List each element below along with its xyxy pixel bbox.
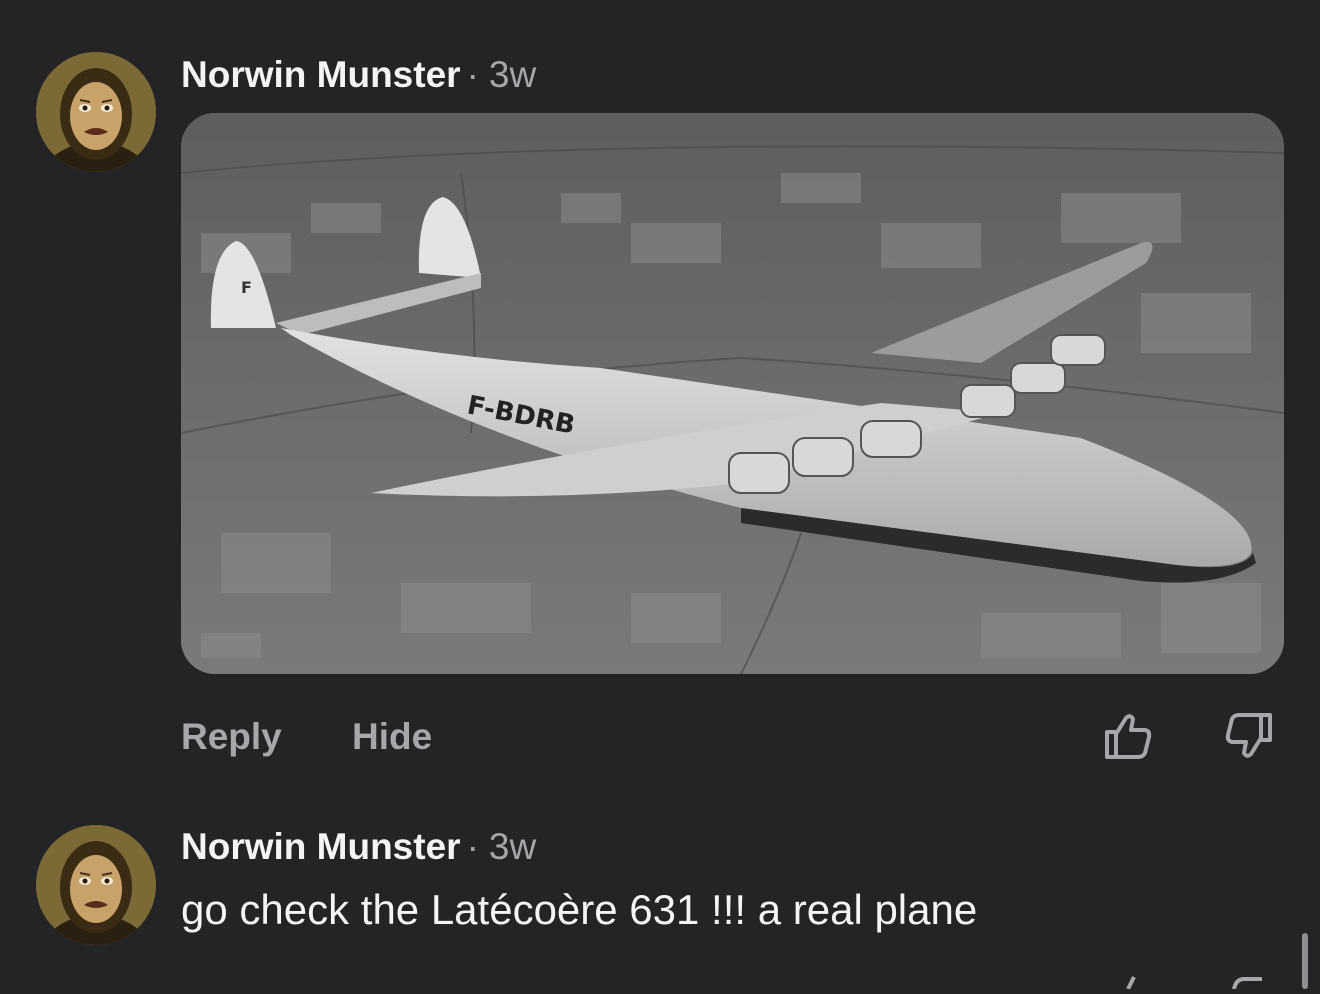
hide-button[interactable]: Hide [352, 714, 432, 760]
partial-thumbs-up-icon[interactable] [1110, 975, 1150, 990]
comment-header: Norwin Munster · 3w [181, 825, 536, 869]
comment-text: go check the Latécoère 631 !!! a real pl… [181, 886, 978, 933]
avatar[interactable] [36, 52, 156, 172]
timestamp: 3w [488, 826, 537, 867]
author-name[interactable]: Norwin Munster [181, 54, 461, 95]
partial-thumbs-down-icon[interactable] [1228, 975, 1268, 990]
portrait-avatar-icon [36, 52, 156, 172]
portrait-avatar-icon [36, 825, 156, 945]
scrollbar[interactable] [1302, 933, 1308, 989]
separator-dot: · [466, 54, 479, 95]
comment-header: Norwin Munster · 3w [181, 53, 536, 97]
avatar[interactable] [36, 825, 156, 945]
timestamp: 3w [488, 54, 537, 95]
thumbs-up-icon[interactable] [1103, 710, 1153, 762]
reply-button[interactable]: Reply [181, 714, 282, 760]
thumbs-down-icon[interactable] [1224, 710, 1274, 762]
svg-text:F: F [241, 278, 252, 297]
author-name[interactable]: Norwin Munster [181, 826, 461, 867]
separator-dot: · [466, 826, 479, 867]
comment-photo[interactable]: F-BDRB F [181, 113, 1284, 674]
flying-boat-photo: F-BDRB F [181, 113, 1284, 674]
